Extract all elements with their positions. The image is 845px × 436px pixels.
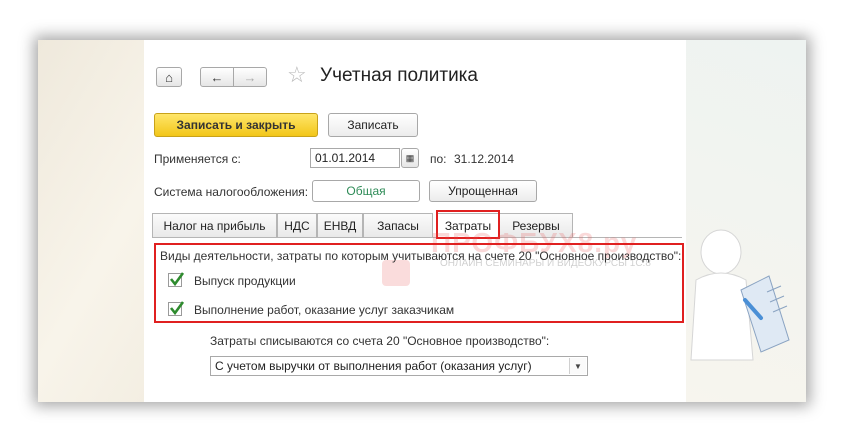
activities-header: Виды деятельности, затраты по которым уч… [160,249,682,263]
page-title: Учетная политика [320,65,478,86]
writeoff-select[interactable]: С учетом выручки от выполнения работ (ок… [210,356,588,376]
date-from-field[interactable]: 01.01.2014 [310,148,400,168]
checkbox-products-label: Выпуск продукции [194,274,296,288]
back-button[interactable]: ← [200,67,234,87]
checkmark-icon [169,272,185,287]
save-button[interactable]: Записать [328,113,418,137]
dropdown-button[interactable]: ▼ [569,358,586,374]
arrow-right-icon: → [243,69,257,85]
forward-button[interactable]: → [233,67,267,87]
tab-envd[interactable]: ЕНВД [317,213,363,237]
writeoff-label: Затраты списываются со счета 20 "Основно… [210,334,550,348]
calendar-icon: ▦ [405,152,415,163]
presenter-figure-icon [690,229,790,361]
home-button[interactable]: ⌂ [156,67,182,87]
form-window: ⌂ ← → ☆ Учетная политика Записать и закр… [144,40,686,402]
checkbox-services[interactable] [168,301,185,316]
arrow-left-icon: ← [210,69,224,85]
tab-vat[interactable]: НДС [277,213,317,237]
tab-profit-tax[interactable]: Налог на прибыль [152,213,277,237]
date-to-label: по: [430,152,447,166]
writeoff-value: С учетом выручки от выполнения работ (ок… [215,359,532,373]
background-left [38,40,148,402]
tax-system-label: Система налогообложения: [154,185,309,199]
tax-option-simplified[interactable]: Упрощенная [429,180,537,202]
calendar-button[interactable]: ▦ [401,148,419,168]
applies-from-label: Применяется с: [154,152,241,166]
home-icon: ⌂ [165,69,173,85]
tab-inventory[interactable]: Запасы [363,213,433,237]
screenshot-frame: ⌂ ← → ☆ Учетная политика Записать и закр… [38,40,806,402]
checkbox-products[interactable] [168,272,185,287]
chevron-down-icon: ▼ [574,361,582,371]
tax-option-general[interactable]: Общая [312,180,420,202]
date-to-value: 31.12.2014 [454,152,515,166]
background-right [681,40,806,402]
star-icon[interactable]: ☆ [287,62,307,88]
save-and-close-button[interactable]: Записать и закрыть [154,113,318,137]
checkbox-services-label: Выполнение работ, оказание услуг заказчи… [194,303,455,317]
checkmark-icon [169,301,185,316]
